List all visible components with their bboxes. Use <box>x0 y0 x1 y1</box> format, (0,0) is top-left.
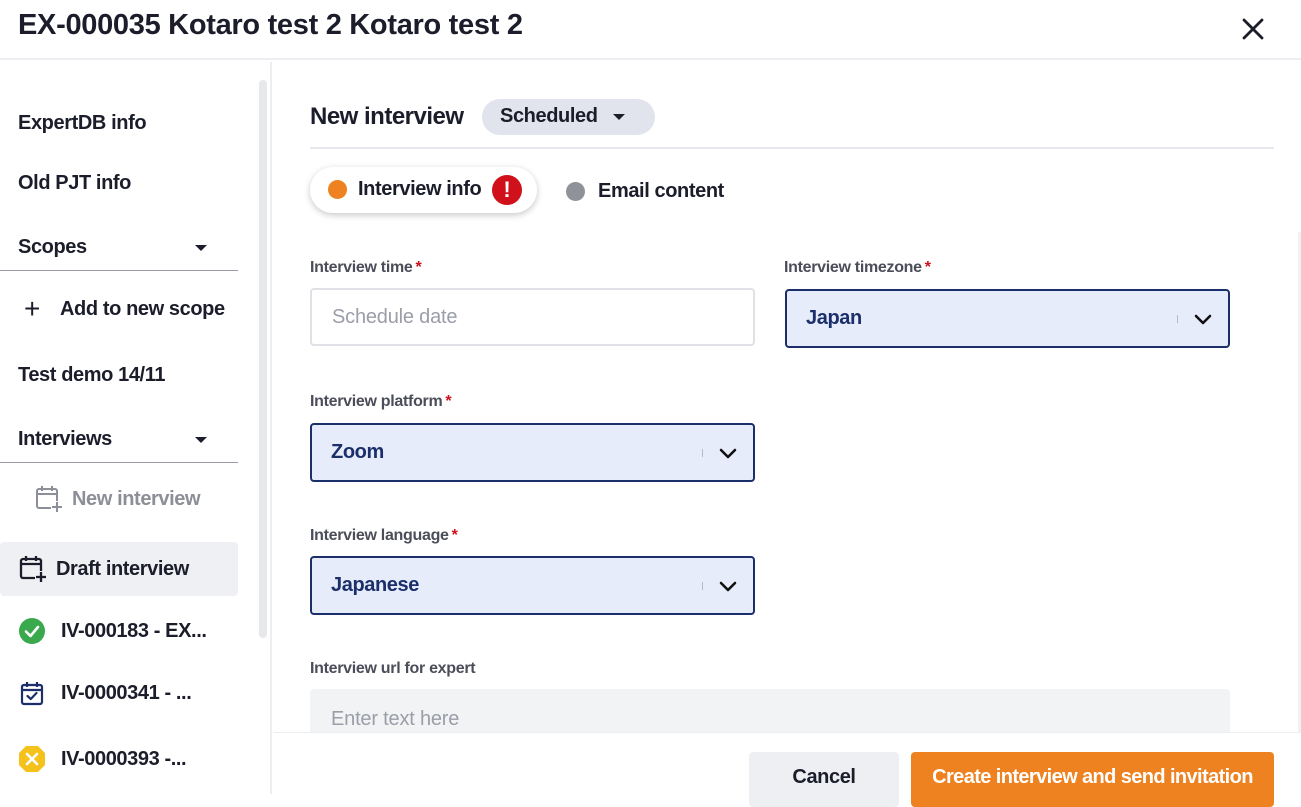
new-interview-label: New interview <box>72 487 201 510</box>
divider <box>310 147 1274 149</box>
interview-url-input[interactable]: Enter text here <box>310 689 1230 732</box>
schedule-date-input[interactable]: Schedule date <box>310 288 755 346</box>
close-icon[interactable] <box>1236 12 1270 46</box>
select-value: Japanese <box>331 574 419 596</box>
interviews-label: Interviews <box>18 428 112 450</box>
sidebar-scrollbar[interactable] <box>259 80 267 638</box>
interview-url-label: Interview url for expert <box>310 660 476 677</box>
language-select[interactable]: Japanese <box>310 556 755 615</box>
page-title: EX-000035 Kotaro test 2 Kotaro test 2 <box>18 9 523 41</box>
interview-label: IV-0000393 -... <box>61 747 187 770</box>
x-circle-icon <box>18 745 46 773</box>
select-separator <box>702 449 703 457</box>
interview-timezone-label: Interview timezone * <box>784 259 931 276</box>
interview-platform-label: Interview platform * <box>310 393 452 410</box>
sidebar-item-draft-interview[interactable]: Draft interview <box>0 542 238 596</box>
interview-label: IV-000183 - EX... <box>61 619 207 642</box>
tab-interview-info[interactable]: Interview info ! <box>310 167 537 213</box>
chevron-down-icon <box>613 114 625 120</box>
chevron-down-icon <box>195 437 207 443</box>
scopes-label: Scopes <box>18 236 87 258</box>
cancel-button[interactable]: Cancel <box>749 752 899 807</box>
placeholder: Enter text here <box>331 708 460 730</box>
sidebar-item-old-pjt-info[interactable]: Old PJT info <box>18 172 131 195</box>
sidebar-item-interview[interactable]: IV-000183 - EX... <box>18 617 207 645</box>
dialog-header: EX-000035 Kotaro test 2 Kotaro test 2 <box>0 0 1301 60</box>
sidebar-item-interview[interactable]: IV-0000341 - ... <box>18 679 192 707</box>
status-dropdown[interactable]: Scheduled <box>482 99 655 135</box>
calendar-plus-icon <box>19 556 47 583</box>
draft-interview-label: Draft interview <box>56 557 189 580</box>
interview-label: IV-0000341 - ... <box>61 681 192 704</box>
tab-label: Email content <box>598 179 724 202</box>
add-to-new-scope-button[interactable]: + Add to new scope <box>24 294 225 324</box>
sidebar-section-scopes[interactable]: Scopes <box>0 227 238 271</box>
interview-language-label: Interview language * <box>310 527 458 544</box>
tab-label: Interview info <box>358 178 482 200</box>
status-dot <box>328 180 347 199</box>
status-label: Scheduled <box>500 105 598 127</box>
new-interview-title: New interview <box>310 103 464 130</box>
sidebar-item-interview[interactable]: IV-0000393 -... <box>18 745 187 773</box>
platform-select[interactable]: Zoom <box>310 423 755 482</box>
chevron-down-icon <box>719 448 737 459</box>
select-value: Japan <box>806 307 862 329</box>
timezone-select[interactable]: Japan <box>785 289 1230 348</box>
chevron-down-icon <box>719 581 737 592</box>
cancel-label: Cancel <box>792 766 856 788</box>
tab-email-content[interactable]: Email content <box>566 179 724 203</box>
sidebar-item-scope[interactable]: Test demo 14/11 <box>18 364 165 387</box>
sidebar-item-expertdb-info[interactable]: ExpertDB info <box>18 112 147 135</box>
add-scope-label: Add to new scope <box>60 297 225 320</box>
placeholder: Schedule date <box>332 306 458 328</box>
chevron-down-icon <box>195 245 207 251</box>
create-interview-button[interactable]: Create interview and send invitation <box>911 752 1274 807</box>
interview-time-label: Interview time * <box>310 259 422 276</box>
calendar-check-icon <box>18 679 46 707</box>
warning-icon: ! <box>492 175 522 205</box>
check-circle-icon <box>18 617 46 645</box>
select-separator <box>1177 315 1178 323</box>
calendar-plus-icon <box>36 486 63 513</box>
sidebar-section-interviews[interactable]: Interviews <box>0 419 238 463</box>
select-separator <box>702 582 703 590</box>
new-interview-button[interactable]: New interview <box>34 484 201 514</box>
sidebar: ExpertDB info Old PJT info Scopes + Add … <box>0 62 272 794</box>
chevron-down-icon <box>1194 314 1212 325</box>
status-dot <box>566 181 585 201</box>
plus-icon: + <box>24 293 40 324</box>
main-panel: New interview Scheduled Interview info !… <box>274 62 1301 732</box>
select-value: Zoom <box>331 441 384 463</box>
create-label: Create interview and send invitation <box>932 766 1253 788</box>
dialog-footer: Cancel Create interview and send invitat… <box>274 732 1301 807</box>
